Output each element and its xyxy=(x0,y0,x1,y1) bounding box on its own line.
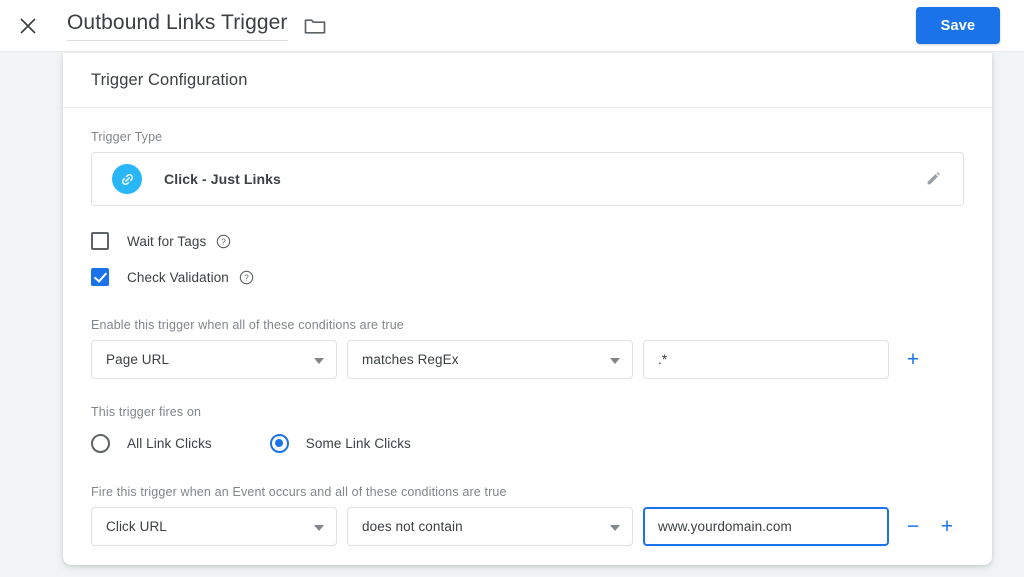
enable-conditions-label: Enable this trigger when all of these co… xyxy=(91,318,404,332)
event-condition-variable-value: Click URL xyxy=(106,519,167,534)
wait-for-tags-checkbox[interactable] xyxy=(91,232,109,250)
remove-event-condition-button[interactable]: − xyxy=(901,511,925,543)
event-condition-operator-value: does not contain xyxy=(362,519,463,534)
enable-condition-value-input[interactable] xyxy=(643,340,889,379)
trigger-configuration-card: Trigger Configuration Trigger Type Click… xyxy=(63,53,992,565)
enable-condition-row: Page URL matches RegEx + xyxy=(91,340,964,379)
chevron-down-icon xyxy=(610,524,620,531)
enable-condition-variable-value: Page URL xyxy=(106,352,170,367)
check-validation-checkbox[interactable] xyxy=(91,268,109,286)
chevron-down-icon xyxy=(314,357,324,364)
check-validation-label: Check Validation xyxy=(127,269,229,285)
pencil-icon[interactable] xyxy=(925,169,945,189)
event-condition-variable-select[interactable]: Click URL xyxy=(91,507,337,546)
close-icon[interactable] xyxy=(16,14,40,38)
enable-condition-operator-select[interactable]: matches RegEx xyxy=(347,340,633,379)
folder-icon[interactable] xyxy=(304,15,326,37)
radio-some-link-clicks[interactable] xyxy=(269,433,289,453)
card-header: Trigger Configuration xyxy=(63,53,992,108)
chevron-down-icon xyxy=(610,357,620,364)
radio-all-link-clicks-label: All Link Clicks xyxy=(127,435,212,451)
enable-condition-variable-select[interactable]: Page URL xyxy=(91,340,337,379)
trigger-type-selector[interactable]: Click - Just Links xyxy=(91,152,964,206)
event-condition-operator-select[interactable]: does not contain xyxy=(347,507,633,546)
card-title: Trigger Configuration xyxy=(91,70,248,89)
svg-text:?: ? xyxy=(222,237,227,246)
wait-for-tags-row[interactable]: Wait for Tags ? xyxy=(91,226,964,256)
link-icon xyxy=(112,164,142,194)
trigger-title-wrap: Outbound Links Trigger xyxy=(67,10,326,41)
fires-on-label: This trigger fires on xyxy=(91,405,202,419)
check-validation-row[interactable]: Check Validation ? xyxy=(91,262,964,292)
help-circle-icon[interactable]: ? xyxy=(239,270,254,285)
add-event-condition-button[interactable]: + xyxy=(935,511,959,543)
help-circle-icon[interactable]: ? xyxy=(216,234,231,249)
radio-some-link-clicks-label: Some Link Clicks xyxy=(305,435,411,451)
trigger-name-input[interactable]: Outbound Links Trigger xyxy=(67,10,288,41)
top-app-bar: Outbound Links Trigger Save xyxy=(0,0,1024,52)
trigger-type-value: Click - Just Links xyxy=(164,171,281,187)
event-condition-row: Click URL does not contain − + xyxy=(91,507,964,546)
enable-condition-operator-value: matches RegEx xyxy=(362,352,459,367)
add-enable-condition-button[interactable]: + xyxy=(901,344,925,376)
svg-text:?: ? xyxy=(244,273,249,282)
trigger-type-label: Trigger Type xyxy=(91,130,163,144)
event-condition-value-input[interactable] xyxy=(643,507,889,546)
event-conditions-label: Fire this trigger when an Event occurs a… xyxy=(91,485,507,499)
chevron-down-icon xyxy=(314,524,324,531)
wait-for-tags-label: Wait for Tags xyxy=(127,233,207,249)
save-button[interactable]: Save xyxy=(916,7,1000,44)
card-body: Trigger Type Click - Just Links Wait for… xyxy=(63,108,992,546)
fires-on-radio-group: All Link Clicks Some Link Clicks xyxy=(91,427,964,459)
radio-all-link-clicks[interactable] xyxy=(91,433,110,453)
